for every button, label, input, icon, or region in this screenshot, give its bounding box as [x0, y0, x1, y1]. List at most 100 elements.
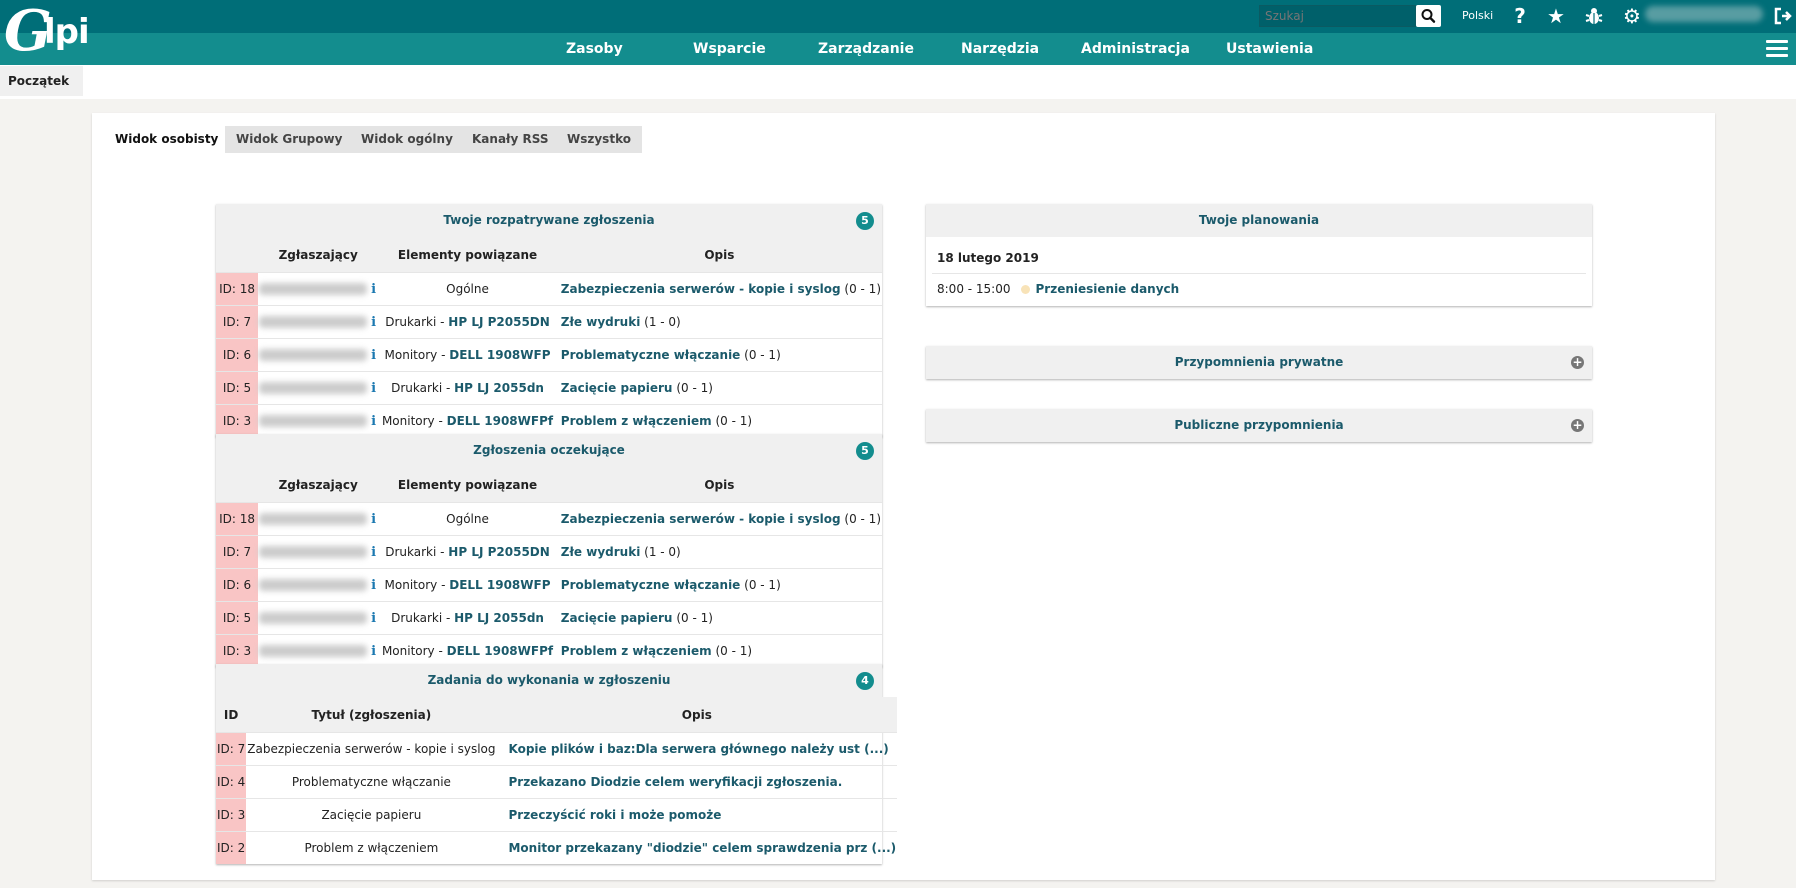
requester-name[interactable] — [259, 349, 368, 361]
star-icon[interactable]: ★ — [1544, 3, 1568, 29]
item-link[interactable]: DELL 1908WFP — [449, 348, 550, 362]
desc-col-header[interactable]: Opis — [556, 237, 882, 273]
info-icon[interactable]: i — [371, 644, 376, 659]
item-link[interactable]: HP LJ P2055DN — [448, 315, 550, 329]
search-input[interactable] — [1260, 6, 1420, 26]
ticket-id[interactable]: ID: 5 — [216, 371, 259, 405]
task-ticket-id[interactable]: ID: 3 — [216, 798, 247, 832]
info-icon[interactable]: i — [371, 578, 376, 593]
task-description-link[interactable]: Przekazano Diodzie celem weryfikacji zgł… — [508, 775, 842, 789]
tab-personal-view[interactable]: Widok osobisty — [104, 126, 230, 153]
help-icon[interactable]: ? — [1508, 3, 1532, 29]
requester-name[interactable] — [259, 645, 368, 657]
requester-col-header[interactable]: Zgłaszający — [258, 237, 379, 273]
item-link[interactable]: DELL 1908WFPf — [447, 644, 553, 658]
info-icon[interactable]: i — [371, 611, 376, 626]
info-icon[interactable]: i — [371, 414, 376, 429]
tab-global-view[interactable]: Widok ogólny — [350, 126, 464, 153]
requester-name[interactable] — [259, 415, 368, 427]
bug-icon[interactable] — [1582, 3, 1606, 29]
info-icon[interactable]: i — [371, 348, 376, 363]
ticket-title-link[interactable]: Problem z włączeniem — [561, 644, 712, 658]
box-title-link[interactable]: Twoje rozpatrywane zgłoszenia — [443, 213, 654, 227]
items-col-header[interactable]: Elementy powiązane — [378, 237, 557, 273]
desc-col-header[interactable]: Opis — [556, 467, 882, 503]
ticket-title-col-header[interactable]: Tytuł (zgłoszenia) — [246, 697, 497, 733]
box-title-link[interactable]: Przypomnienia prywatne — [1175, 355, 1344, 369]
menu-narzedzia[interactable]: Narzędzia — [961, 41, 1039, 57]
ticket-id[interactable]: ID: 7 — [216, 305, 259, 339]
requester-col-header[interactable]: Zgłaszający — [258, 467, 379, 503]
user-name[interactable] — [1645, 6, 1763, 22]
tab-group-view[interactable]: Widok Grupowy — [225, 126, 354, 153]
item-link[interactable]: HP LJ 2055dn — [454, 381, 544, 395]
ticket-title-link[interactable]: Zacięcie papieru — [561, 381, 673, 395]
item-link[interactable]: HP LJ 2055dn — [454, 611, 544, 625]
ticket-id[interactable]: ID: 3 — [216, 404, 259, 437]
item-link[interactable]: DELL 1908WFP — [449, 578, 550, 592]
tab-all[interactable]: Wszystko — [556, 126, 642, 153]
requester-name[interactable] — [259, 283, 368, 295]
ticket-title-link[interactable]: Problem z włączeniem — [561, 414, 712, 428]
search-field[interactable] — [1259, 5, 1420, 27]
item-link[interactable]: HP LJ P2055DN — [448, 545, 550, 559]
search-button[interactable] — [1416, 5, 1441, 27]
ticket-id[interactable]: ID: 3 — [216, 634, 259, 667]
task-ticket-id[interactable]: ID: 2 — [216, 831, 247, 864]
glpi-logo[interactable]: G lpi — [4, 0, 104, 64]
info-icon[interactable]: i — [371, 282, 376, 297]
menu-zarzadzanie[interactable]: Zarządzanie — [818, 41, 914, 57]
ticket-id[interactable]: ID: 18 — [216, 272, 259, 306]
ticket-title-link[interactable]: Problematyczne włączanie — [561, 348, 741, 362]
info-icon[interactable]: i — [371, 545, 376, 560]
requester-name[interactable] — [259, 546, 368, 558]
requester-name[interactable] — [259, 513, 368, 525]
language-selector[interactable]: Polski — [1462, 9, 1493, 22]
ticket-id[interactable]: ID: 6 — [216, 338, 259, 372]
requester-name[interactable] — [259, 316, 368, 328]
ticket-id[interactable]: ID: 6 — [216, 568, 259, 602]
ticket-title-link[interactable]: Złe wydruki — [561, 545, 641, 559]
task-description-link[interactable]: Kopie plików i baz:Dla serwera głównego … — [508, 742, 888, 756]
followup-counts: (0 - 1) — [744, 578, 781, 592]
task-ticket-id[interactable]: ID: 7 — [216, 732, 247, 766]
event-link[interactable]: Przeniesienie danych — [1036, 282, 1180, 296]
box-title-link[interactable]: Zadania do wykonania w zgłoszeniu — [428, 673, 671, 687]
info-icon[interactable]: i — [371, 315, 376, 330]
gear-icon[interactable]: ⚙ — [1620, 3, 1644, 29]
ticket-title-link[interactable]: Złe wydruki — [561, 315, 641, 329]
menu-wsparcie[interactable]: Wsparcie — [693, 41, 766, 57]
task-ticket-title: Problem z włączeniem — [246, 831, 497, 864]
add-reminder-icon[interactable]: + — [1571, 356, 1584, 369]
ticket-title-link[interactable]: Zabezpieczenia serwerów - kopie i syslog — [561, 512, 841, 526]
tab-rss-feeds[interactable]: Kanały RSS — [461, 126, 560, 153]
requester-name[interactable] — [259, 579, 368, 591]
logout-icon[interactable] — [1771, 3, 1795, 29]
box-title-link[interactable]: Publiczne przypomnienia — [1174, 418, 1343, 432]
ticket-id[interactable]: ID: 18 — [216, 502, 259, 536]
ticket-title-link[interactable]: Zabezpieczenia serwerów - kopie i syslog — [561, 282, 841, 296]
box-title-link[interactable]: Twoje planowania — [1199, 213, 1319, 227]
desc-col-header[interactable]: Opis — [496, 697, 898, 733]
ticket-title-link[interactable]: Zacięcie papieru — [561, 611, 673, 625]
task-ticket-id[interactable]: ID: 4 — [216, 765, 247, 799]
items-col-header[interactable]: Elementy powiązane — [378, 467, 557, 503]
box-title-link[interactable]: Zgłoszenia oczekujące — [473, 443, 625, 457]
menu-ustawienia[interactable]: Ustawienia — [1226, 41, 1313, 57]
linked-item-cell: Ogólne — [378, 272, 557, 306]
menu-zasoby[interactable]: Zasoby — [566, 41, 623, 57]
ticket-id[interactable]: ID: 5 — [216, 601, 259, 635]
item-link[interactable]: DELL 1908WFPf — [447, 414, 553, 428]
requester-name[interactable] — [259, 612, 368, 624]
menu-administracja[interactable]: Administracja — [1081, 41, 1190, 57]
requester-name[interactable] — [259, 382, 368, 394]
task-description-link[interactable]: Przeczyścić roki i może pomoże — [508, 808, 721, 822]
ticket-id[interactable]: ID: 7 — [216, 535, 259, 569]
info-icon[interactable]: i — [371, 381, 376, 396]
hamburger-menu-icon[interactable] — [1766, 40, 1788, 58]
ticket-title-link[interactable]: Problematyczne włączanie — [561, 578, 741, 592]
info-icon[interactable]: i — [371, 512, 376, 527]
task-description-link[interactable]: Monitor przekazany "diodzie" celem spraw… — [508, 841, 896, 855]
id-col-header[interactable]: ID — [216, 697, 247, 733]
add-reminder-icon[interactable]: + — [1571, 419, 1584, 432]
